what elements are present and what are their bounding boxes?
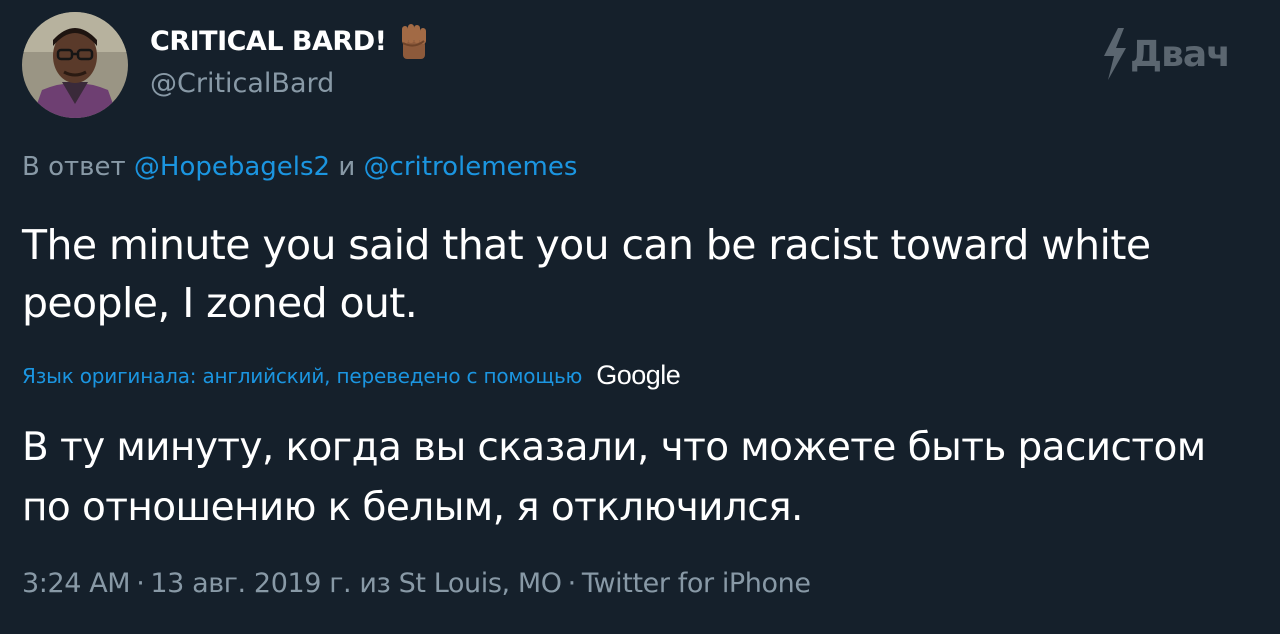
user-handle[interactable]: @CriticalBard [150,68,434,99]
reply-prefix: В ответ [22,152,126,182]
avatar-image [22,12,128,118]
lightning-bolt-icon [1104,28,1126,80]
meta-separator: · [567,568,577,599]
raised-fist-icon [394,21,434,61]
tweet-time[interactable]: 3:24 AM [22,568,131,599]
avatar[interactable] [22,12,128,118]
display-name[interactable]: CRITICAL BARD! [150,26,387,57]
tweet-metadata: 3:24 AM · 13 авг. 2019 г. из St Louis, MO ·… [22,568,811,599]
tweet-text: The minute you said that you can be raci… [22,221,1151,327]
reply-conjunction: и [338,152,356,182]
reply-context: В ответ @Hopebagels2 и @critrolememes [22,152,577,182]
tweet-card: CRITICAL BARD! @CriticalBard Двач В отве… [0,0,1280,634]
tweet-date-location[interactable]: 13 авг. 2019 г. из St Louis, MO [150,568,562,599]
meta-separator: · [136,568,145,599]
translated-text: В ту минуту, когда вы сказали, что может… [22,425,1206,530]
author-block: CRITICAL BARD! @CriticalBard [150,22,434,99]
mention-link-critrolememes[interactable]: @critrolememes [364,152,578,182]
translation-label[interactable]: Язык оригинала: английский, переведено с… [22,364,582,388]
mention-link-hopebagels2[interactable]: @Hopebagels2 [134,152,330,182]
google-logo: Google [596,360,681,390]
tweet-source[interactable]: Twitter for iPhone [582,568,811,599]
translation-note: Язык оригинала: английский, переведено с… [22,360,681,391]
watermark: Двач [1102,28,1231,80]
watermark-text: Двач [1130,33,1231,75]
display-name-row: CRITICAL BARD! [150,22,434,60]
